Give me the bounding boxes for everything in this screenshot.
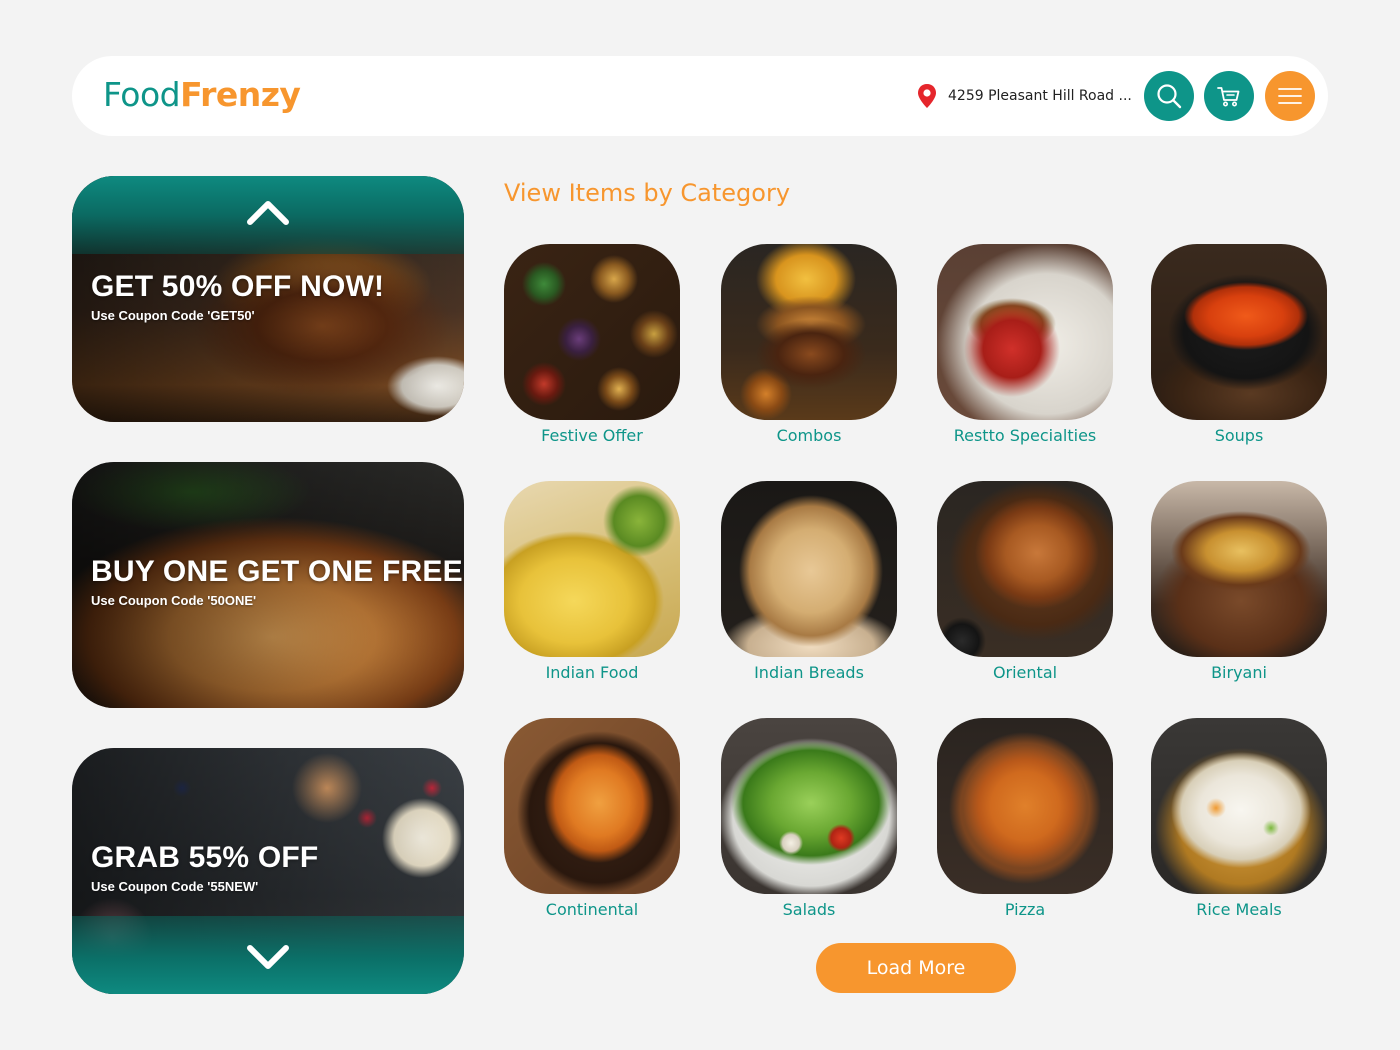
load-more-button[interactable]: Load More [816, 943, 1016, 993]
category-soups[interactable]: Soups [1151, 244, 1327, 445]
category-image [504, 244, 680, 420]
location-text: 4259 Pleasant Hill Road ... [948, 88, 1132, 104]
category-oriental[interactable]: Oriental [937, 481, 1113, 682]
scroll-up-button[interactable] [246, 196, 290, 226]
promo-coupon-text: Use Coupon Code 'GET50' [91, 308, 255, 323]
category-label: Continental [545, 900, 639, 919]
promo-title: GRAB 55% OFF [91, 841, 319, 874]
category-label: Rice Meals [1196, 900, 1282, 919]
promo-title: GET 50% OFF NOW! [91, 270, 385, 303]
search-button[interactable] [1144, 71, 1194, 121]
app-logo[interactable]: FoodFrenzy [103, 75, 301, 114]
category-image [1151, 481, 1327, 657]
category-label: Oriental [992, 663, 1058, 682]
section-title: View Items by Category [504, 179, 791, 207]
chevron-up-icon [247, 201, 289, 225]
category-continental[interactable]: Continental [504, 718, 680, 919]
category-rice-meals[interactable]: Rice Meals [1151, 718, 1327, 919]
category-indian-food[interactable]: Indian Food [504, 481, 680, 682]
top-nav-bar: FoodFrenzy 4259 Pleasant Hill Road ... [72, 56, 1328, 136]
logo-text-food: Food [103, 75, 181, 114]
category-biryani[interactable]: Biryani [1151, 481, 1327, 682]
search-icon [1157, 84, 1182, 109]
promo-coupon-text: Use Coupon Code '50ONE' [91, 593, 257, 608]
logo-text-frenzy: Frenzy [180, 75, 301, 114]
promo-banner-55new[interactable]: GRAB 55% OFF Use Coupon Code '55NEW' [72, 748, 464, 994]
category-label: Biryani [1211, 663, 1267, 682]
cart-button[interactable] [1204, 71, 1254, 121]
promo-banner-bogo[interactable]: BUY ONE GET ONE FREE Use Coupon Code '50… [72, 462, 464, 708]
category-image [937, 481, 1113, 657]
category-image [721, 244, 897, 420]
category-festive-offer[interactable]: Festive Offer [504, 244, 680, 445]
category-image [1151, 718, 1327, 894]
promo-title: BUY ONE GET ONE FREE [91, 555, 463, 588]
category-pizza[interactable]: Pizza [937, 718, 1113, 919]
category-label: Indian Food [545, 663, 639, 682]
promo-coupon-text: Use Coupon Code '55NEW' [91, 879, 259, 894]
category-image [721, 481, 897, 657]
category-image [504, 718, 680, 894]
category-label: Combos [776, 426, 842, 445]
delivery-location[interactable]: 4259 Pleasant Hill Road ... [916, 83, 1132, 109]
category-indian-breads[interactable]: Indian Breads [721, 481, 897, 682]
location-pin-icon [918, 84, 936, 108]
category-label: Salads [782, 900, 836, 919]
category-label: Soups [1214, 426, 1264, 445]
category-image [721, 718, 897, 894]
category-label: Restto Specialties [953, 426, 1097, 445]
category-image [504, 481, 680, 657]
cart-icon [1217, 87, 1240, 107]
category-combos[interactable]: Combos [721, 244, 897, 445]
promo-banner-get50[interactable]: GET 50% OFF NOW! Use Coupon Code 'GET50' [72, 176, 464, 422]
menu-button[interactable] [1265, 71, 1315, 121]
category-image [937, 244, 1113, 420]
category-image [937, 718, 1113, 894]
scroll-down-button[interactable] [246, 944, 290, 974]
category-salads[interactable]: Salads [721, 718, 897, 919]
category-label: Pizza [1004, 900, 1046, 919]
category-label: Indian Breads [754, 663, 864, 682]
category-restto-specialties[interactable]: Restto Specialties [937, 244, 1113, 445]
chevron-down-icon [247, 945, 289, 969]
menu-icon [1278, 88, 1302, 104]
category-image [1151, 244, 1327, 420]
category-label: Festive Offer [541, 426, 643, 445]
